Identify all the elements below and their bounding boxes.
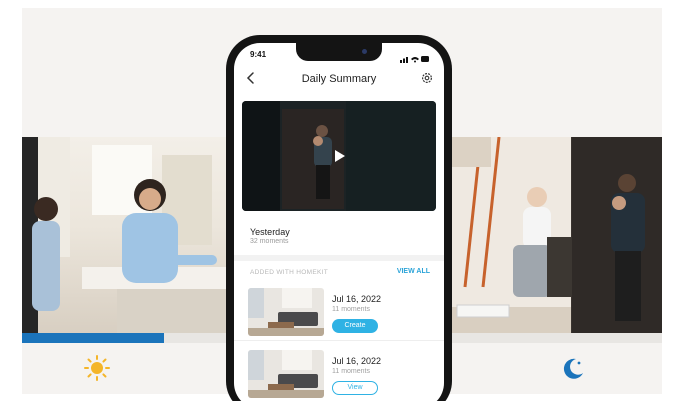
- track-bar-left: [164, 333, 227, 343]
- phone-screen: 9:41 Daily Summary Yesterday 32 moments …: [234, 43, 444, 401]
- phone-frame: 9:41 Daily Summary Yesterday 32 moments …: [226, 35, 452, 401]
- status-time: 9:41: [250, 50, 267, 59]
- daytime-photo: [22, 137, 227, 333]
- day-indicator-bar: [22, 333, 164, 343]
- list-separator: [234, 340, 444, 341]
- sun-icon: [84, 355, 110, 381]
- summary-title[interactable]: Yesterday: [250, 227, 290, 237]
- moment-count: 11 moments: [332, 368, 370, 375]
- section-divider: [234, 255, 444, 261]
- track-bar-right: [451, 333, 662, 343]
- page-title: Daily Summary: [301, 73, 377, 85]
- play-icon[interactable]: [334, 149, 346, 163]
- section-title: ADDED WITH HOMEKIT: [250, 269, 328, 276]
- phone-notch: [296, 43, 382, 61]
- gear-icon: [421, 72, 433, 84]
- moment-date: Jul 16, 2022: [332, 356, 382, 366]
- moment-count: 11 moments: [332, 306, 370, 313]
- moment-thumbnail: [248, 288, 324, 336]
- moment-date: Jul 16, 2022: [332, 294, 382, 304]
- create-button[interactable]: Create: [332, 319, 378, 333]
- moment-item[interactable]: Jul 16, 2022 11 moments Create: [248, 288, 430, 340]
- video-player[interactable]: [242, 101, 436, 211]
- camera-dot: [362, 49, 367, 54]
- view-button[interactable]: View: [332, 381, 378, 395]
- view-all-link[interactable]: VIEW ALL: [397, 268, 430, 275]
- summary-subtitle: 32 moments: [250, 238, 289, 245]
- nighttime-photo: [451, 137, 662, 333]
- moon-icon: [560, 355, 586, 381]
- status-icons: [400, 50, 430, 63]
- moment-thumbnail: [248, 350, 324, 398]
- moment-item[interactable]: Jul 16, 2022 11 moments View: [248, 350, 430, 401]
- settings-button[interactable]: [420, 71, 434, 85]
